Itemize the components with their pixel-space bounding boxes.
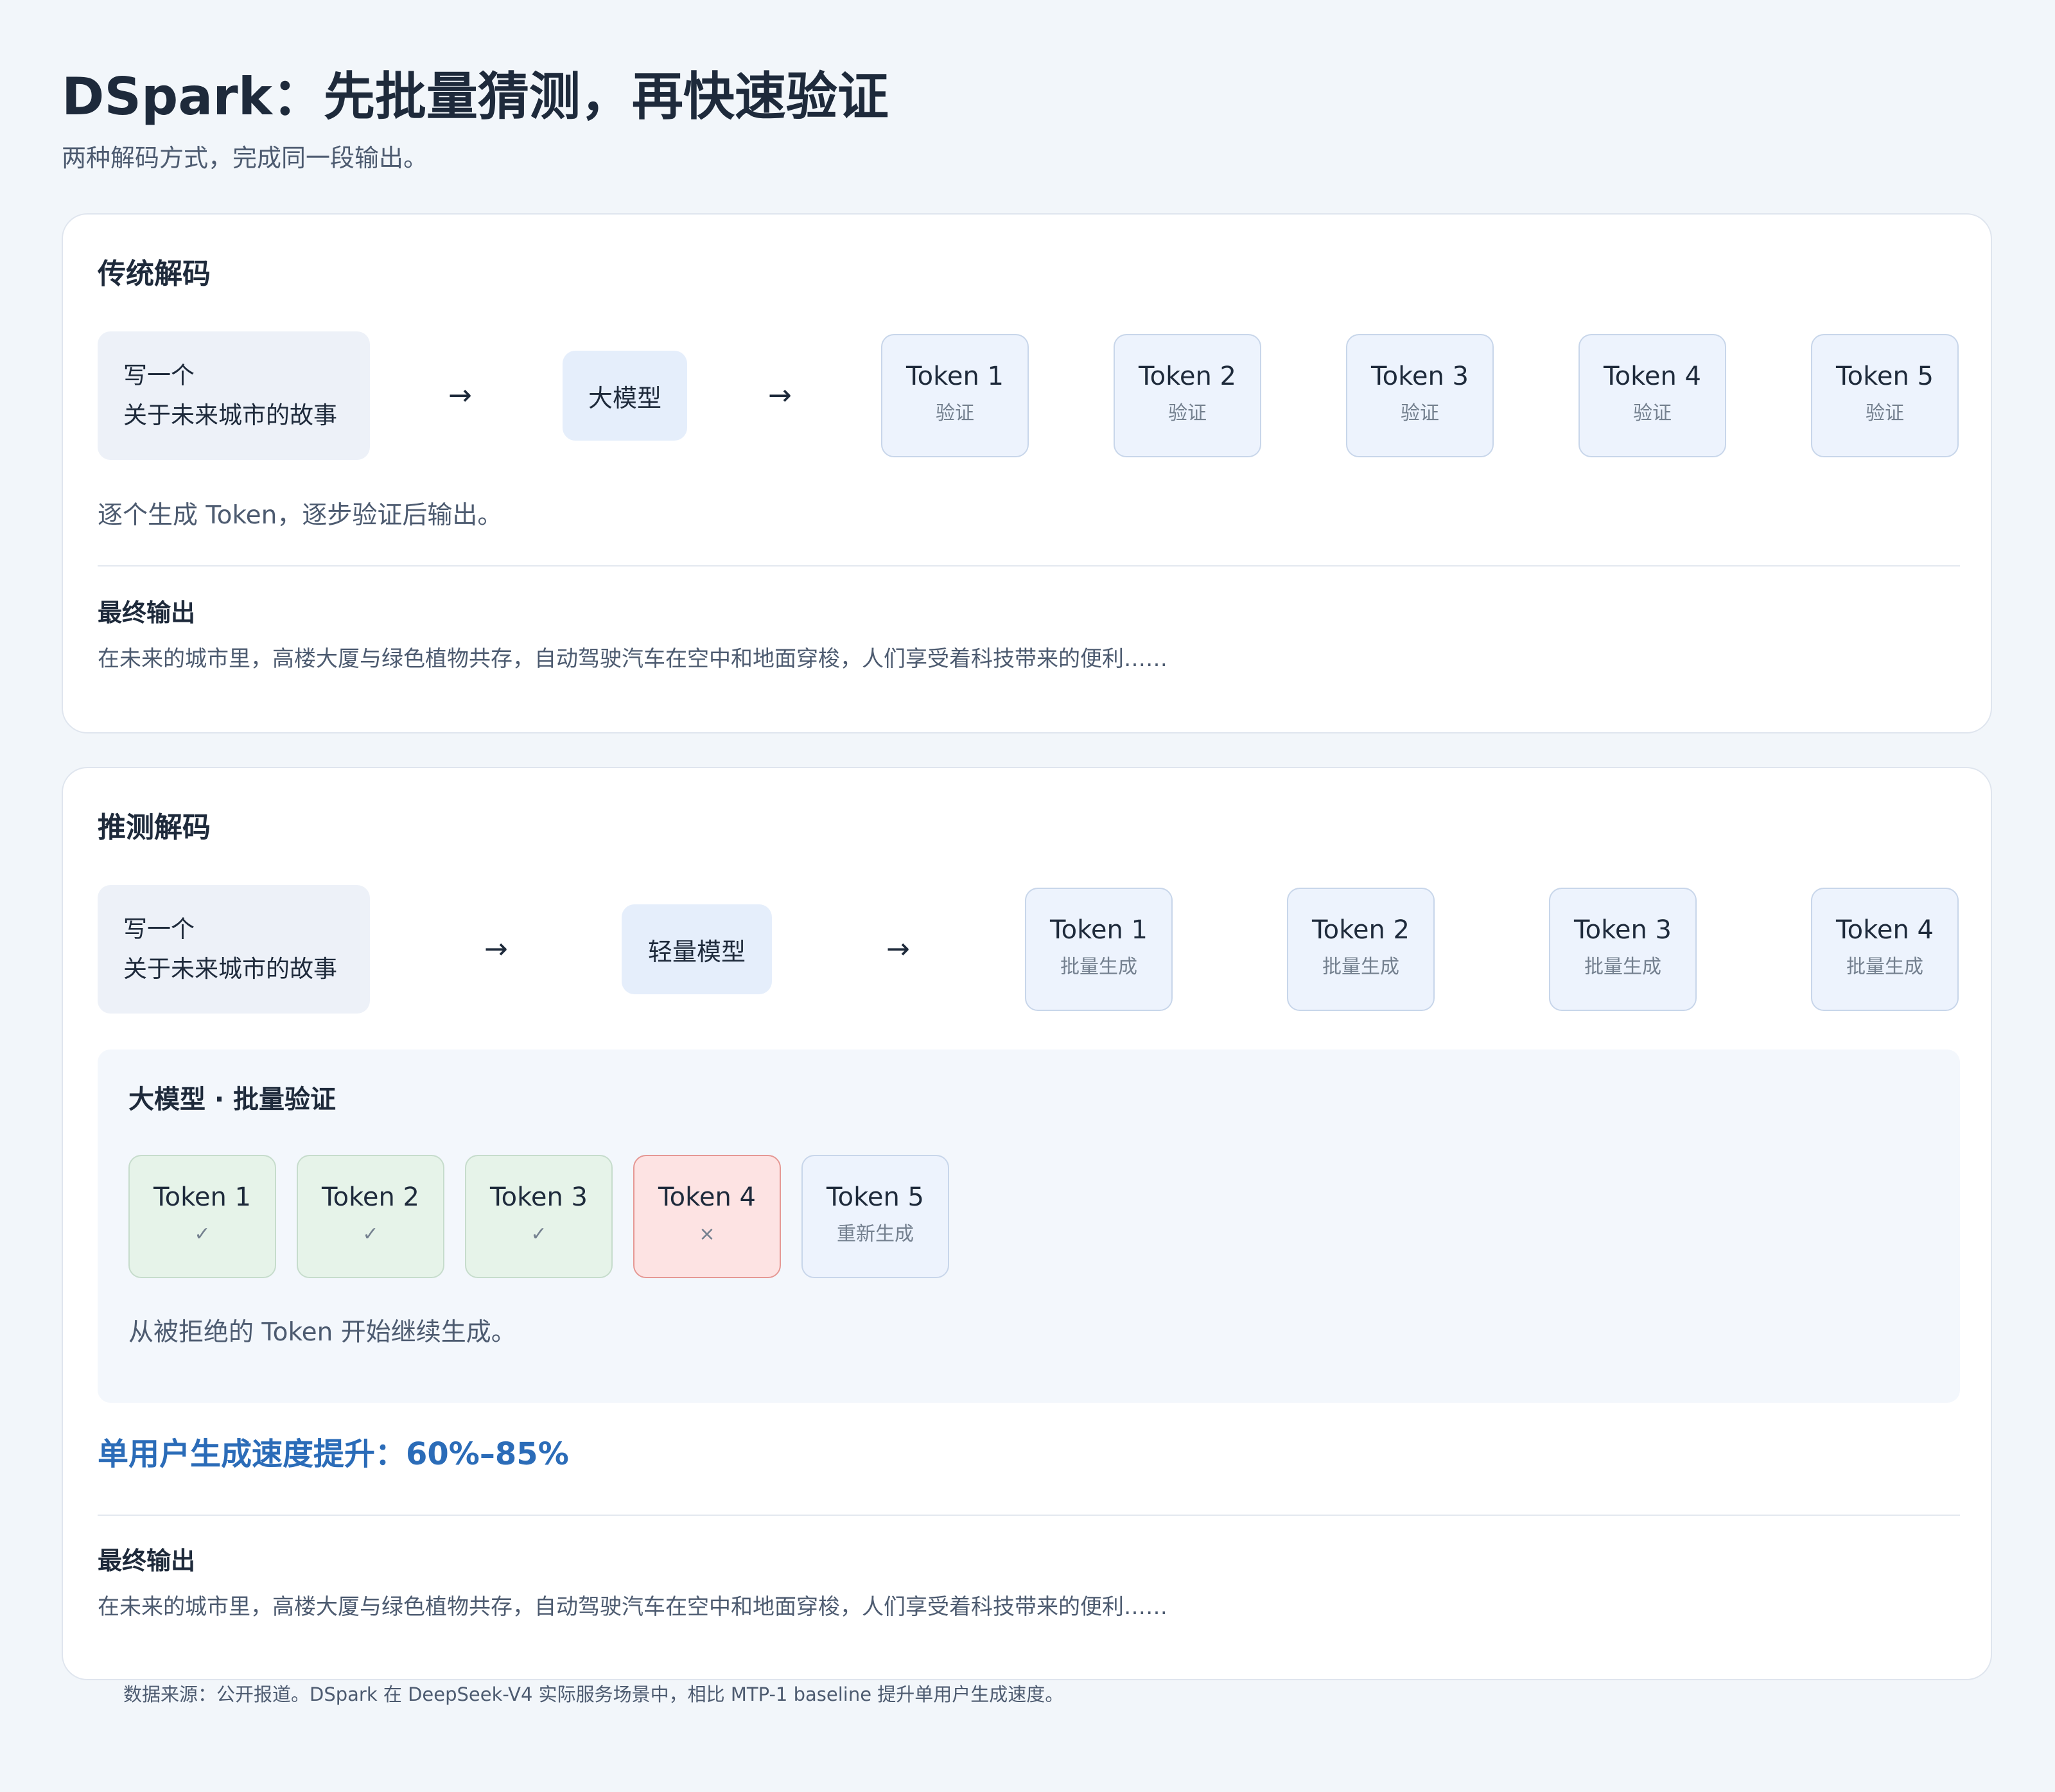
final-output-text: 在未来的城市里，高楼大厦与绿色植物共存，自动驾驶汽车在空中和地面穿梭，人们享受着… [98,1594,1167,1620]
token-name: Token 5 [826,1182,924,1212]
verified-token-accepted: Token 1 ✓ [128,1155,276,1278]
token-status: 验证 [1866,402,1904,425]
speculative-prompt-box: 写一个 关于未来城市的故事 [98,885,370,1014]
token-box: Token 1 验证 [881,334,1029,457]
batch-verify-title: 大模型 · 批量验证 [128,1085,337,1114]
divider [98,1515,1960,1516]
arrow-right-icon: → [886,933,910,965]
draft-token-box: Token 4 批量生成 [1811,888,1959,1011]
token-name: Token 2 [1312,915,1410,945]
token-status: 验证 [1633,402,1672,425]
draft-token-box: Token 2 批量生成 [1287,888,1435,1011]
token-status: 验证 [1401,402,1439,425]
token-name: Token 2 [322,1182,419,1212]
token-name: Token 4 [658,1182,756,1212]
check-icon: ✓ [362,1223,379,1245]
token-box: Token 2 验证 [1114,334,1261,457]
check-icon: ✓ [194,1223,211,1245]
token-status: 批量生成 [1060,956,1137,978]
token-name: Token 2 [1139,362,1236,391]
token-name: Token 3 [1574,915,1672,945]
draft-token-box: Token 3 批量生成 [1549,888,1697,1011]
verified-token-rejected: Token 4 × [633,1155,781,1278]
prompt-line: 关于未来城市的故事 [123,955,337,983]
token-name: Token 3 [1371,362,1469,391]
final-output-title: 最终输出 [98,599,196,627]
traditional-decoding-card: 传统解码 写一个 关于未来城市的故事 → 大模型 → Token 1 验证 To… [62,213,1992,733]
large-model-box: 大模型 [563,351,687,441]
token-box: Token 5 验证 [1811,334,1959,457]
lightweight-model-box: 轻量模型 [622,904,772,994]
prompt-line: 关于未来城市的故事 [123,401,337,429]
source-footnote: 数据来源：公开报道。DSpark 在 DeepSeek-V4 实际服务场景中，相… [123,1683,1064,1705]
draft-token-box: Token 1 批量生成 [1025,888,1173,1011]
arrow-right-icon: → [768,379,792,412]
check-icon: ✓ [530,1223,547,1245]
divider [98,565,1960,567]
cross-icon: × [699,1223,715,1245]
traditional-prompt-box: 写一个 关于未来城市的故事 [98,331,370,460]
final-output-title: 最终输出 [98,1547,196,1575]
token-name: Token 1 [906,362,1004,391]
token-status: 批量生成 [1846,956,1923,978]
traditional-description: 逐个生成 Token，逐步验证后输出。 [98,501,503,530]
page-subtitle: 两种解码方式，完成同一段输出。 [62,144,428,172]
verify-description: 从被拒绝的 Token 开始继续生成。 [128,1318,516,1347]
token-name: Token 5 [1836,362,1934,391]
page-title: DSpark：先批量猜测，再快速验证 [62,67,889,127]
token-status: 批量生成 [1584,956,1661,978]
prompt-line: 写一个 [123,915,195,943]
token-status: 批量生成 [1322,956,1399,978]
prompt-line: 写一个 [123,362,195,389]
speedup-highlight: 单用户生成速度提升：60%–85% [98,1436,569,1472]
verified-token-accepted: Token 3 ✓ [465,1155,613,1278]
traditional-card-title: 传统解码 [98,258,211,290]
token-box: Token 4 验证 [1578,334,1726,457]
token-name: Token 4 [1836,915,1934,945]
batch-verify-panel: 大模型 · 批量验证 Token 1 ✓ Token 2 ✓ Token 3 ✓… [98,1050,1960,1403]
token-name: Token 4 [1604,362,1701,391]
token-name: Token 1 [1050,915,1148,945]
token-box: Token 3 验证 [1346,334,1494,457]
token-status: 重新生成 [837,1223,914,1245]
token-name: Token 3 [490,1182,588,1212]
verified-token-regenerated: Token 5 重新生成 [801,1155,949,1278]
verified-token-accepted: Token 2 ✓ [297,1155,444,1278]
speculative-decoding-card: 推测解码 写一个 关于未来城市的故事 → 轻量模型 → Token 1 批量生成… [62,767,1992,1680]
speculative-card-title: 推测解码 [98,811,211,844]
token-status: 验证 [936,402,974,425]
token-status: 验证 [1168,402,1207,425]
token-name: Token 1 [153,1182,251,1212]
final-output-text: 在未来的城市里，高楼大厦与绿色植物共存，自动驾驶汽车在空中和地面穿梭，人们享受着… [98,646,1167,672]
arrow-right-icon: → [484,933,508,965]
arrow-right-icon: → [448,379,472,412]
